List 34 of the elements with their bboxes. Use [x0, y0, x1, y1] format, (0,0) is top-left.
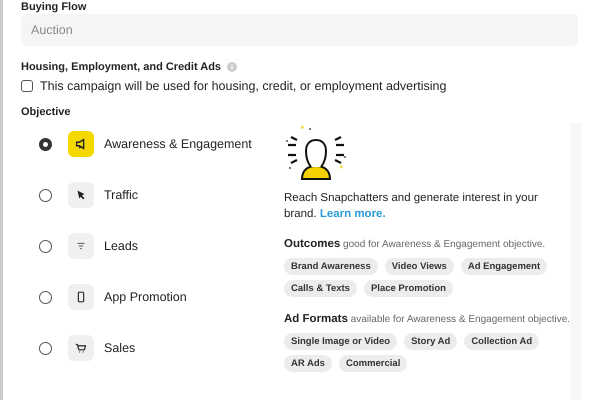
radio-button[interactable] — [39, 290, 52, 304]
checkbox-label: This campaign will be used for housing, credit, or employment advertising — [40, 79, 446, 93]
objective-option[interactable]: App Promotion — [104, 290, 187, 304]
outcome-tag: Place Promotion — [364, 280, 453, 297]
objective-option[interactable]: Sales — [104, 341, 136, 355]
radio-button[interactable] — [39, 342, 52, 354]
outcomes-heading: Outcomes good for Awareness & Engagement objective. — [284, 238, 546, 250]
ad-format-tag: AR Ads — [284, 355, 332, 372]
field-label: Buying Flow — [21, 0, 88, 14]
objective-option[interactable]: Leads — [104, 239, 138, 253]
ad-format-tag: Single Image or Video — [284, 333, 398, 350]
ad-format-tag: Story Ad — [404, 333, 458, 350]
ad-format-tag: Commercial — [338, 355, 408, 372]
outcome-tag: Ad Engagement — [460, 258, 548, 275]
radio-button[interactable] — [39, 188, 52, 202]
objective-option[interactable]: Traffic — [104, 188, 138, 202]
cart-icon — [68, 335, 94, 361]
outcome-tag: Video Views — [384, 258, 454, 275]
ad-format-tag: Collection Ad — [464, 333, 540, 350]
cursor-icon — [68, 182, 94, 208]
outcome-tag: Calls & Texts — [284, 280, 357, 297]
filter-icon — [68, 233, 94, 259]
objective-option[interactable]: Awareness & Engagement — [104, 137, 252, 151]
section-label: Objective — [21, 105, 72, 119]
section-label: Housing, Employment, and Credit Ads — [21, 60, 222, 74]
ad-formats-heading: Ad Formats available for Awareness & Engagement objective. — [284, 313, 572, 325]
checkbox[interactable] — [21, 80, 33, 92]
megaphone-icon — [68, 131, 94, 157]
person-rays-illustration — [284, 123, 348, 181]
radio-button[interactable] — [39, 138, 52, 150]
objective-description: Reach Snapchatters and generate interest in your brand. Learn more. — [284, 191, 539, 222]
outcome-tag: Brand Awareness — [284, 258, 378, 275]
radio-button[interactable] — [39, 240, 52, 252]
phone-icon — [68, 284, 94, 310]
